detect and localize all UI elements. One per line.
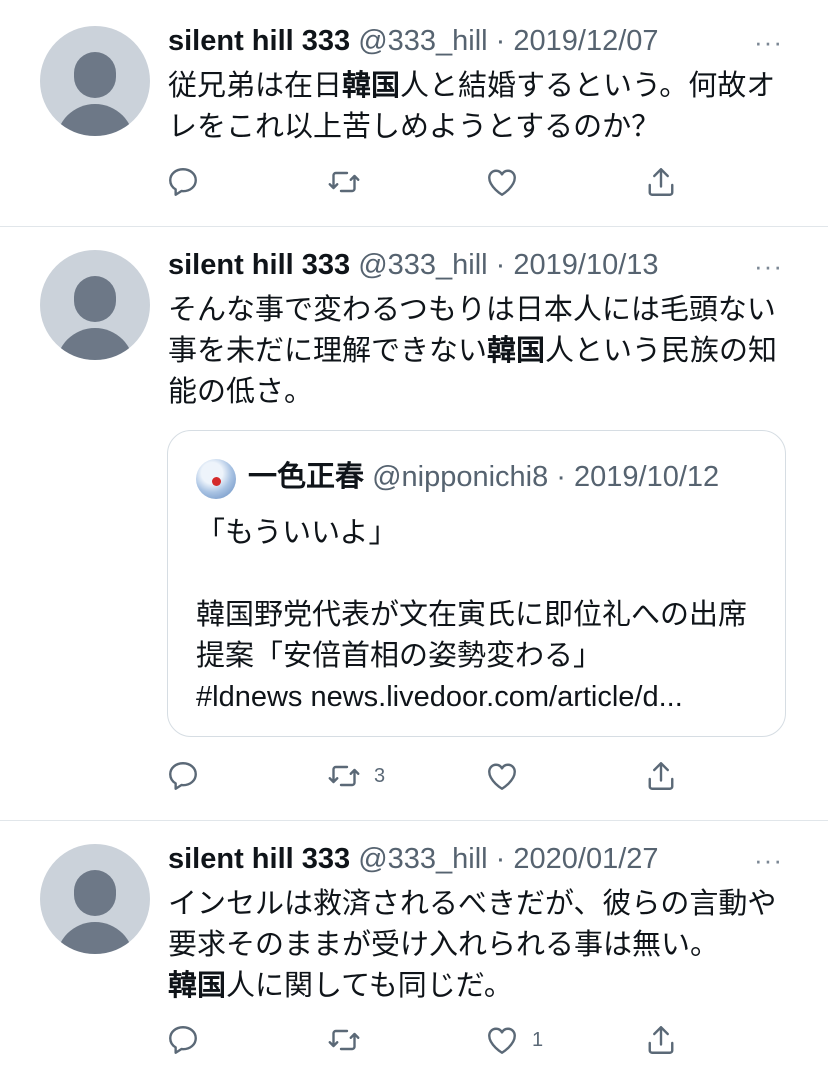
retweet-button[interactable]: 3 [326,756,385,796]
tweet-actions [0,162,828,202]
retweet-button[interactable] [326,162,374,202]
avatar-body [56,104,134,136]
quoted-tweet[interactable]: 一色正春 @nipponichi8 · 2019/10/12 「もういいよ」 韓… [167,430,786,737]
tweet-text: インセルは救済されるべきだが、彼らの言動や要求そのままが受け入れられる事は無い。… [168,884,788,1007]
tweet-text: そんな事で変わるつもりは日本人には毛頭ない事を未だに理解できない韓国人という民族… [168,290,788,413]
tweet-header: silent hill 333 @333_hill · 2019/10/13 [168,248,659,282]
retweet-count: 3 [374,764,386,787]
tweet-1[interactable]: silent hill 333 @333_hill · 2019/12/07 ·… [0,0,828,226]
avatar-head [74,276,116,322]
like-icon [488,1027,516,1054]
avatar-body [56,328,134,360]
avatar[interactable] [40,844,150,954]
reply-button[interactable] [165,1020,201,1060]
highlighted-text: 韓国 [487,335,546,367]
tweet-header: silent hill 333 @333_hill · 2020/01/27 [168,842,659,876]
share-button[interactable] [643,1020,679,1060]
like-icon [488,763,516,790]
share-icon [648,1026,674,1054]
highlighted-text: 韓国 [168,970,227,1002]
retweet-icon [328,1029,360,1051]
tweet-header: silent hill 333 @333_hill · 2019/12/07 [168,24,659,58]
retweet-button[interactable] [326,1020,374,1060]
reply-button[interactable] [165,756,201,796]
display-name[interactable]: silent hill 333 [168,843,350,875]
text-segment: インセルは救済されるべきだが、彼らの言動や要求そのままが受け入れられる事は無い。 [168,888,777,961]
reply-icon [169,168,197,196]
avatar[interactable] [40,26,150,136]
avatar-head [74,870,116,916]
handle-and-date[interactable]: @333_hill · 2020/01/27 [358,843,658,875]
like-button[interactable]: 1 [484,1020,543,1060]
tweet-actions: 1 [0,1020,828,1060]
reply-button[interactable] [165,162,201,202]
quoted-avatar [196,459,236,499]
text-segment: 人に関しても同じだ。 [226,970,513,1002]
more-icon[interactable]: ··· [754,847,783,873]
avatar[interactable] [40,250,150,360]
like-button[interactable] [484,756,532,796]
avatar-body [56,922,134,954]
more-icon[interactable]: ··· [754,29,783,55]
more-icon[interactable]: ··· [754,253,783,279]
text-segment: 従兄弟は在日 [168,70,343,102]
display-name[interactable]: silent hill 333 [168,25,350,57]
reply-icon [169,1026,197,1054]
share-button[interactable] [643,162,679,202]
tweet-text: 従兄弟は在日韓国人と結婚するという。何故オレをこれ以上苦しめようとするのか？ [168,66,788,148]
highlighted-text: 韓国 [342,70,401,102]
retweet-icon [328,765,360,787]
like-icon [488,169,516,196]
handle-and-date[interactable]: @333_hill · 2019/10/13 [358,249,658,281]
avatar-head [74,52,116,98]
handle-and-date[interactable]: @333_hill · 2019/12/07 [358,25,658,57]
quoted-handle-and-date: @nipponichi8 · 2019/10/12 [372,461,720,493]
share-icon [648,762,674,790]
quoted-display-name: 一色正春 [248,461,365,493]
retweet-icon [328,171,360,193]
quoted-header: 一色正春 @nipponichi8 · 2019/10/12 [248,459,719,495]
tweet-actions: 3 [0,756,828,796]
share-button[interactable] [643,756,679,796]
quoted-text: 「もういいよ」 韓国野党代表が文在寅氏に即位礼への出席提案「安倍首相の姿勢変わる… [196,517,748,713]
display-name[interactable]: silent hill 333 [168,249,350,281]
reply-icon [169,762,197,790]
like-count: 1 [532,1028,544,1051]
like-button[interactable] [484,162,532,202]
share-icon [648,168,674,196]
